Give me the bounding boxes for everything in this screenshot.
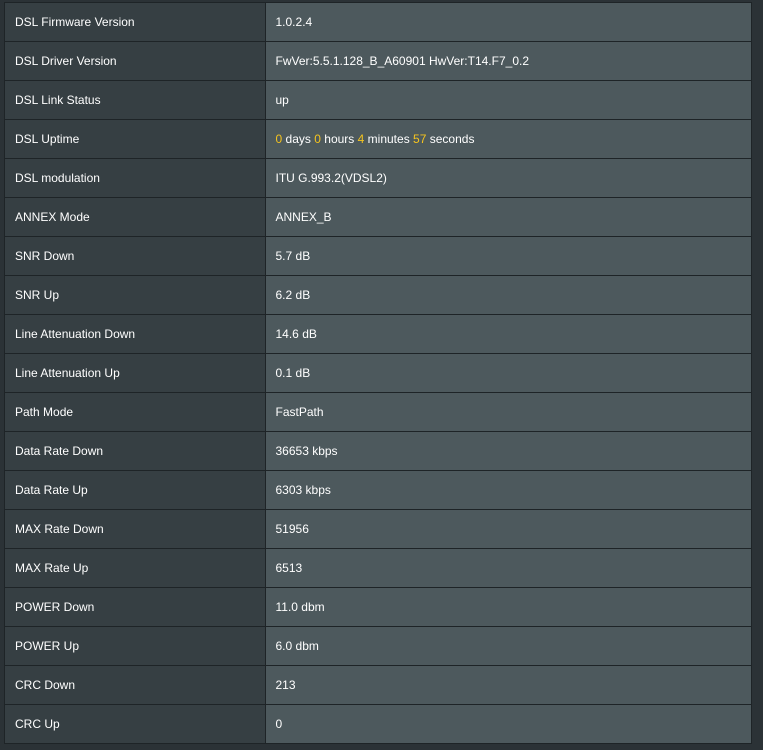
row-value: 5.7 dB bbox=[265, 236, 751, 276]
uptime-hours: 0 bbox=[314, 132, 321, 146]
row-label: CRC Up bbox=[5, 704, 266, 743]
row-value: 6303 kbps bbox=[265, 470, 751, 510]
row-value: FastPath bbox=[265, 392, 751, 432]
table-row-snr-down: SNR Down 5.7 dB bbox=[5, 236, 751, 276]
table-row-uptime: DSL Uptime 0 days 0 hours 4 minutes 57 s… bbox=[5, 119, 751, 159]
table-row-crc-down: CRC Down 213 bbox=[5, 665, 751, 705]
uptime-days: 0 bbox=[275, 132, 283, 146]
table-row-data-rate-up: Data Rate Up 6303 kbps bbox=[5, 470, 751, 510]
row-label: SNR Down bbox=[5, 236, 266, 276]
uptime-minutes-unit: minutes bbox=[367, 132, 410, 146]
row-value: 51956 bbox=[265, 509, 751, 549]
uptime-minutes: 4 bbox=[357, 132, 365, 146]
row-value: 6.0 dbm bbox=[265, 626, 751, 666]
row-label: DSL Firmware Version bbox=[5, 3, 266, 42]
row-label: ANNEX Mode bbox=[5, 197, 266, 237]
table-row-modulation: DSL modulation ITU G.993.2(VDSL2) bbox=[5, 158, 751, 198]
row-value: 213 bbox=[265, 665, 751, 705]
row-label: Line Attenuation Up bbox=[5, 353, 266, 393]
row-label: DSL Driver Version bbox=[5, 41, 266, 81]
row-value: FwVer:5.5.1.128_B_A60901 HwVer:T14.F7_0.… bbox=[265, 41, 751, 81]
table-row-crc-up: CRC Up 0 bbox=[5, 704, 751, 743]
table-row-max-rate-down: MAX Rate Down 51956 bbox=[5, 509, 751, 549]
row-label: MAX Rate Up bbox=[5, 548, 266, 588]
row-value: 36653 kbps bbox=[265, 431, 751, 471]
table-row-snr-up: SNR Up 6.2 dB bbox=[5, 275, 751, 315]
uptime-hours-unit: hours bbox=[324, 132, 355, 146]
row-value: 6.2 dB bbox=[265, 275, 751, 315]
table-row-max-rate-up: MAX Rate Up 6513 bbox=[5, 548, 751, 588]
dsl-status-table: DSL Firmware Version 1.0.2.4 DSL Driver … bbox=[5, 3, 751, 743]
row-value: 11.0 dbm bbox=[265, 587, 751, 627]
table-row-attenuation-up: Line Attenuation Up 0.1 dB bbox=[5, 353, 751, 393]
row-label: DSL modulation bbox=[5, 158, 266, 198]
uptime-days-unit: days bbox=[285, 132, 311, 146]
table-row-data-rate-down: Data Rate Down 36653 kbps bbox=[5, 431, 751, 471]
table-row-path-mode: Path Mode FastPath bbox=[5, 392, 751, 432]
row-value: ANNEX_B bbox=[265, 197, 751, 237]
row-label: Data Rate Up bbox=[5, 470, 266, 510]
row-label: Line Attenuation Down bbox=[5, 314, 266, 354]
table-row-attenuation-down: Line Attenuation Down 14.6 dB bbox=[5, 314, 751, 354]
row-value: 14.6 dB bbox=[265, 314, 751, 354]
table-row-firmware-version: DSL Firmware Version 1.0.2.4 bbox=[5, 3, 751, 42]
row-value: ITU G.993.2(VDSL2) bbox=[265, 158, 751, 198]
row-label: POWER Up bbox=[5, 626, 266, 666]
table-row-annex-mode: ANNEX Mode ANNEX_B bbox=[5, 197, 751, 237]
row-label: SNR Up bbox=[5, 275, 266, 315]
uptime-value: 0 days 0 hours 4 minutes 57 seconds bbox=[265, 119, 751, 159]
uptime-seconds: 57 bbox=[413, 132, 427, 146]
row-value: 6513 bbox=[265, 548, 751, 588]
row-label: DSL Link Status bbox=[5, 80, 266, 120]
row-label: Path Mode bbox=[5, 392, 266, 432]
row-value: up bbox=[265, 80, 751, 120]
table-row-link-status: DSL Link Status up bbox=[5, 80, 751, 120]
row-value: 0.1 dB bbox=[265, 353, 751, 393]
dsl-status-panel: DSL Firmware Version 1.0.2.4 DSL Driver … bbox=[4, 2, 752, 744]
row-label: POWER Down bbox=[5, 587, 266, 627]
table-row-power-up: POWER Up 6.0 dbm bbox=[5, 626, 751, 666]
row-value: 0 bbox=[265, 704, 751, 743]
row-value: 1.0.2.4 bbox=[265, 3, 751, 42]
row-label: Data Rate Down bbox=[5, 431, 266, 471]
row-label: CRC Down bbox=[5, 665, 266, 705]
table-row-driver-version: DSL Driver Version FwVer:5.5.1.128_B_A60… bbox=[5, 41, 751, 81]
table-row-power-down: POWER Down 11.0 dbm bbox=[5, 587, 751, 627]
row-label: DSL Uptime bbox=[5, 119, 266, 159]
row-label: MAX Rate Down bbox=[5, 509, 266, 549]
uptime-seconds-unit: seconds bbox=[429, 132, 475, 146]
